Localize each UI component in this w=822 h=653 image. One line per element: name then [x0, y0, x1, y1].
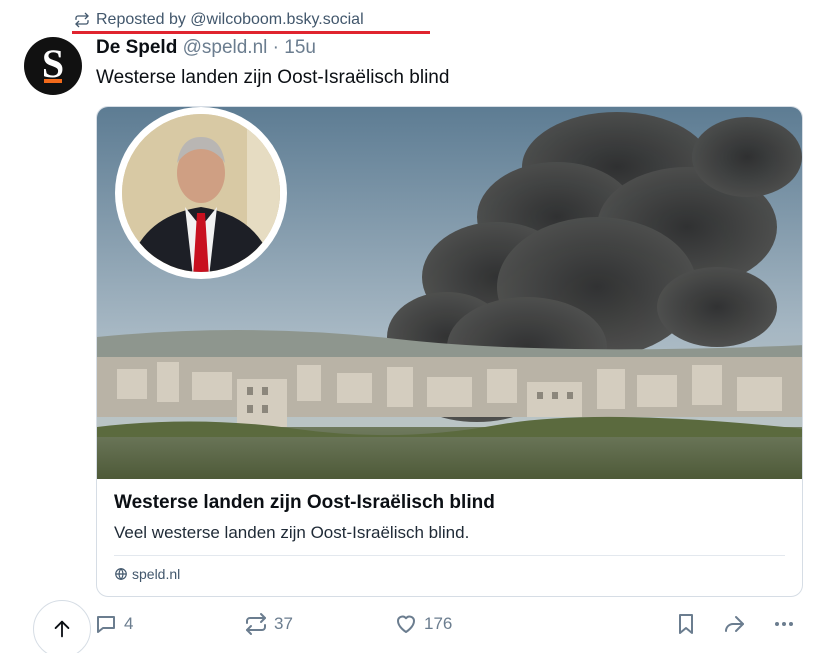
card-domain-text: speld.nl	[132, 566, 181, 582]
bookmark-icon	[679, 614, 693, 634]
more-icon	[775, 622, 793, 626]
avatar[interactable]: S	[24, 37, 82, 95]
more-options-button[interactable]	[772, 612, 796, 636]
highlight-underline	[72, 31, 430, 34]
card-title[interactable]: Westerse landen zijn Oost-Israëlisch bli…	[114, 492, 495, 514]
repost-icon	[246, 613, 266, 635]
repost-count: 37	[274, 614, 293, 633]
card-divider	[114, 555, 785, 556]
card-description: Veel westerse landen zijn Oost-Israëlisc…	[114, 523, 470, 542]
post-header: De Speld @speld.nl · 15u	[96, 37, 316, 59]
post-text: Westerse landen zijn Oost-Israëlisch bli…	[96, 67, 450, 88]
like-count: 176	[424, 614, 453, 633]
globe-icon	[115, 567, 127, 581]
reply-button[interactable]: 4	[94, 612, 133, 636]
card-domain: speld.nl	[114, 566, 180, 582]
author-display-name[interactable]: De Speld	[96, 37, 177, 58]
author-handle[interactable]: @speld.nl	[183, 37, 268, 58]
card-image	[97, 107, 802, 479]
repost-icon	[75, 12, 89, 28]
link-card[interactable]: Westerse landen zijn Oost-Israëlisch bli…	[96, 106, 803, 597]
avatar-letter: S	[41, 41, 65, 86]
heart-icon	[397, 615, 415, 633]
avatar-accent-bar	[44, 79, 62, 83]
post-time[interactable]: 15u	[284, 37, 316, 58]
like-button[interactable]: 176	[394, 612, 452, 636]
share-button[interactable]	[722, 612, 746, 636]
post-actions: 4 37 176	[0, 612, 822, 638]
repost-indicator[interactable]: Reposted by @wilcoboom.bsky.social	[74, 11, 364, 29]
reply-count: 4	[124, 614, 134, 633]
repost-button[interactable]: 37	[244, 612, 293, 636]
repost-text[interactable]: Reposted by @wilcoboom.bsky.social	[96, 11, 364, 29]
share-icon	[725, 616, 744, 632]
reply-icon	[97, 616, 115, 633]
header-separator: ·	[272, 37, 279, 58]
bookmark-button[interactable]	[674, 612, 698, 636]
